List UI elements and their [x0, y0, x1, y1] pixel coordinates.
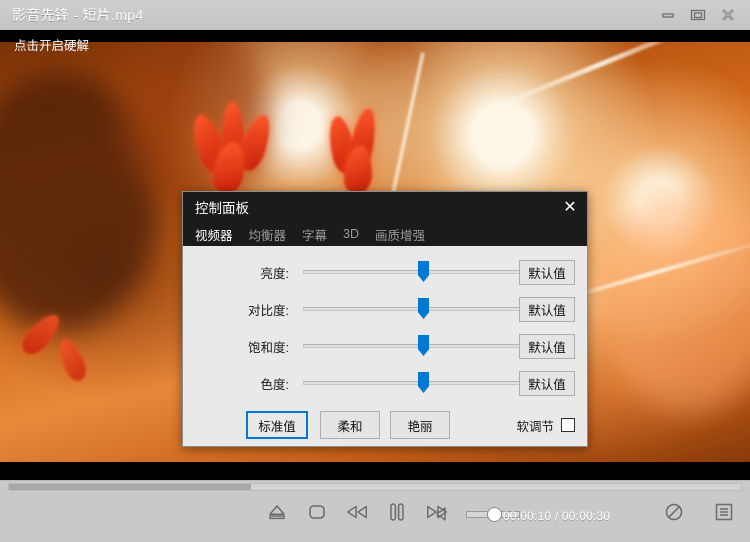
close-button[interactable]	[720, 7, 736, 23]
saturation-reset-button[interactable]: 默认值	[519, 334, 575, 359]
tab-3d[interactable]: 3D	[343, 227, 369, 241]
video-surface[interactable]: 控制面板 ✕ 视频器 均衡器 字幕 3D 画质增强 亮度: 默认值	[0, 30, 750, 480]
tab-equalizer[interactable]: 均衡器	[249, 225, 297, 244]
slider-row-saturation: 饱和度: 默认值	[183, 332, 587, 360]
preset-soft-button[interactable]: 柔和	[320, 411, 380, 439]
slider-thumb[interactable]	[418, 298, 429, 319]
brightness-reset-button[interactable]: 默认值	[519, 260, 575, 285]
tab-subtitle[interactable]: 字幕	[302, 225, 337, 244]
brightness-label: 亮度:	[183, 263, 303, 282]
preset-vivid-button[interactable]: 艳丽	[390, 411, 450, 439]
soft-adjust-group: 软调节	[516, 416, 575, 435]
video-light-shaft	[479, 42, 722, 116]
slider-thumb[interactable]	[418, 372, 429, 393]
hue-slider[interactable]	[303, 372, 543, 394]
right-button-group	[662, 500, 736, 524]
slider-row-contrast: 对比度: 默认值	[183, 295, 587, 323]
speaker-icon[interactable]	[432, 502, 456, 526]
hue-reset-button[interactable]: 默认值	[519, 371, 575, 396]
tab-quality-enhance[interactable]: 画质增强	[375, 225, 435, 244]
contrast-reset-button[interactable]: 默认值	[519, 297, 575, 322]
window-titlebar: 影音先锋 - 短片.mp4	[0, 0, 750, 31]
dialog-title: 控制面板	[195, 197, 249, 217]
hue-label: 色度:	[183, 374, 303, 393]
slider-thumb[interactable]	[418, 335, 429, 356]
window-title: 影音先锋 - 短片.mp4	[12, 5, 143, 25]
dialog-body: 亮度: 默认值 对比度: 默认值 饱和度:	[183, 246, 587, 446]
slider-row-hue: 色度: 默认值	[183, 369, 587, 397]
preset-button-row: 标准值 柔和 艳丽 软调节	[183, 408, 587, 442]
no-disc-icon[interactable]	[662, 500, 686, 524]
window-controls	[660, 7, 736, 23]
soft-adjust-checkbox[interactable]	[561, 418, 575, 432]
previous-track-icon[interactable]	[345, 500, 369, 524]
soft-adjust-label: 软调节	[516, 416, 554, 435]
time-display: 00:00:10 / 00:00:30	[503, 509, 610, 523]
letterbox-top	[0, 30, 750, 42]
eject-icon[interactable]	[265, 500, 289, 524]
slider-thumb[interactable]	[418, 261, 429, 282]
saturation-label: 饱和度:	[183, 337, 303, 356]
pause-icon[interactable]	[385, 500, 409, 524]
seek-bar[interactable]	[8, 483, 742, 491]
contrast-slider[interactable]	[303, 298, 543, 320]
slider-row-brightness: 亮度: 默认值	[183, 258, 587, 286]
video-blur-blob	[600, 192, 750, 412]
transport-controls	[265, 500, 449, 524]
volume-thumb[interactable]	[487, 507, 502, 522]
brightness-slider[interactable]	[303, 261, 543, 283]
dialog-close-button[interactable]: ✕	[553, 192, 587, 222]
saturation-slider[interactable]	[303, 335, 543, 357]
seek-bar-fill	[9, 484, 251, 490]
media-player-window: 影音先锋 - 短片.mp4	[0, 0, 750, 541]
tab-video[interactable]: 视频器	[195, 225, 243, 244]
maximize-button[interactable]	[690, 7, 706, 23]
dialog-titlebar: 控制面板 ✕	[183, 192, 587, 222]
minimize-button[interactable]	[660, 7, 676, 23]
stop-icon[interactable]	[305, 500, 329, 524]
letterbox-bottom	[0, 468, 750, 480]
control-panel-dialog: 控制面板 ✕ 视频器 均衡器 字幕 3D 画质增强 亮度: 默认值	[182, 191, 588, 447]
preset-standard-button[interactable]: 标准值	[246, 411, 308, 439]
dialog-tabs: 视频器 均衡器 字幕 3D 画质增强	[183, 222, 587, 246]
flower-petal	[53, 336, 90, 384]
playlist-menu-icon[interactable]	[712, 500, 736, 524]
contrast-label: 对比度:	[183, 300, 303, 319]
hardware-decode-toggle[interactable]: 点击开启硬解	[14, 35, 89, 54]
